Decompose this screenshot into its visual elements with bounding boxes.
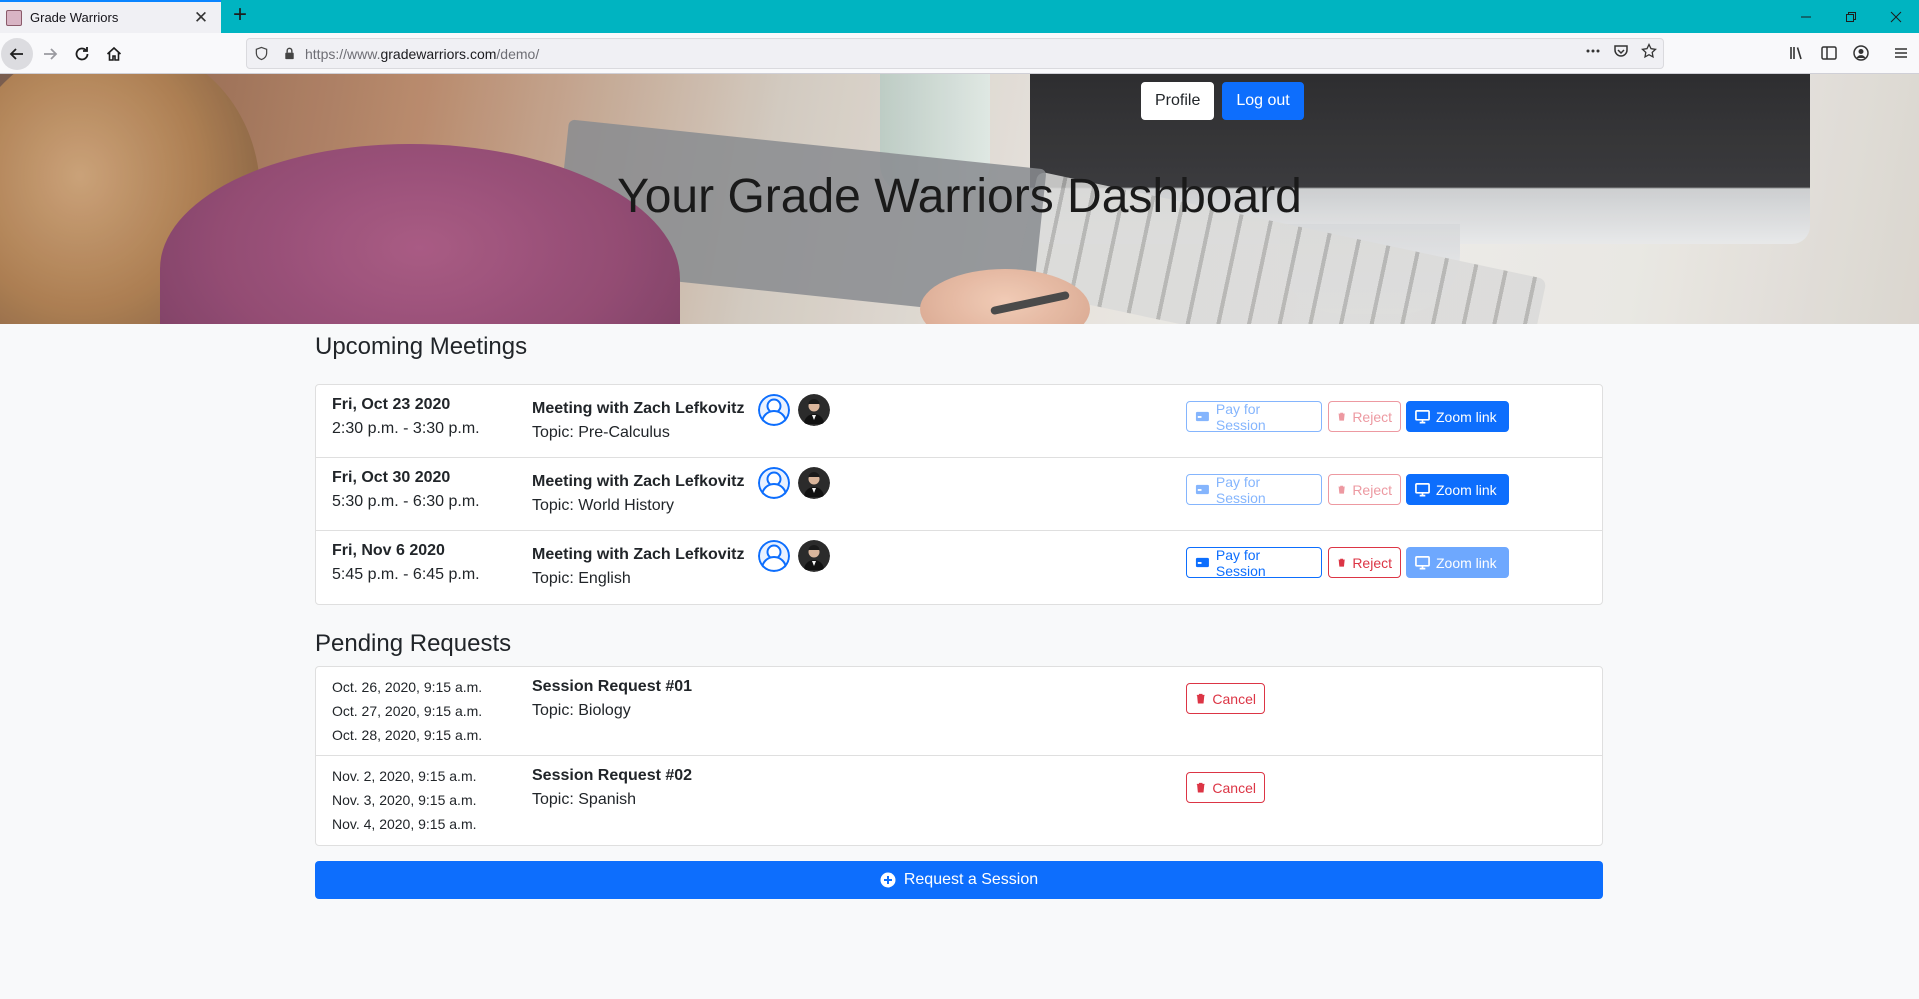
browser-nav-bar: https://www.gradewarriors.com/demo/ bbox=[0, 33, 1919, 74]
meeting-date: Fri, Oct 30 2020 bbox=[332, 469, 451, 486]
meeting-topic: Topic: English bbox=[532, 570, 631, 587]
student-avatar bbox=[758, 394, 790, 426]
account-icon[interactable] bbox=[1852, 44, 1870, 62]
zoom-link-button[interactable]: Zoom link bbox=[1406, 401, 1509, 432]
meeting-time: 2:30 p.m. - 3:30 p.m. bbox=[332, 420, 480, 437]
meeting-row: Fri, Oct 30 2020 5:30 p.m. - 6:30 p.m. M… bbox=[316, 458, 1602, 531]
reload-icon[interactable] bbox=[66, 38, 98, 70]
browser-tab-bar: Grade Warriors ✕ + bbox=[0, 0, 1919, 33]
hero-banner: Profile Log out Your Grade Warriors Dash… bbox=[0, 74, 1919, 324]
monitor-icon bbox=[1415, 410, 1430, 424]
meeting-time: 5:30 p.m. - 6:30 p.m. bbox=[332, 493, 480, 510]
close-tab-icon[interactable]: ✕ bbox=[191, 8, 211, 28]
cancel-request-button[interactable]: Cancel bbox=[1186, 772, 1265, 803]
trash-icon bbox=[1338, 485, 1345, 494]
browser-tab[interactable]: Grade Warriors ✕ bbox=[0, 0, 221, 33]
meeting-row: Fri, Oct 23 2020 2:30 p.m. - 3:30 p.m. M… bbox=[316, 385, 1602, 458]
request-topic: Topic: Spanish bbox=[532, 791, 637, 808]
back-icon[interactable] bbox=[1, 38, 33, 70]
plus-circle-icon bbox=[880, 872, 896, 888]
pocket-icon[interactable] bbox=[1613, 43, 1629, 64]
meeting-topic: Topic: Pre-Calculus bbox=[532, 424, 670, 441]
request-session-button[interactable]: Request a Session bbox=[315, 861, 1603, 899]
credit-card-icon bbox=[1195, 411, 1209, 422]
meeting-title: Meeting with Zach Lefkovitz bbox=[532, 473, 745, 490]
request-row: Nov. 2, 2020, 9:15 a.m. Nov. 3, 2020, 9:… bbox=[316, 756, 1602, 845]
forward-icon[interactable] bbox=[34, 38, 66, 70]
request-date: Oct. 27, 2020, 9:15 a.m. bbox=[332, 703, 483, 719]
profile-button[interactable]: Profile bbox=[1141, 82, 1215, 120]
reject-button[interactable]: Reject bbox=[1328, 401, 1401, 432]
tab-title: Grade Warriors bbox=[30, 10, 119, 25]
request-date: Nov. 3, 2020, 9:15 a.m. bbox=[332, 792, 477, 808]
pay-for-session-button[interactable]: Pay for Session bbox=[1186, 547, 1322, 579]
sidebar-icon[interactable] bbox=[1820, 44, 1838, 62]
meeting-time: 5:45 p.m. - 6:45 p.m. bbox=[332, 566, 480, 583]
reject-button[interactable]: Reject bbox=[1328, 547, 1401, 578]
restore-icon[interactable] bbox=[1828, 0, 1874, 33]
tutor-avatar bbox=[798, 467, 830, 499]
pay-for-session-button[interactable]: Pay for Session bbox=[1186, 474, 1322, 506]
tutor-avatar bbox=[798, 394, 830, 426]
menu-icon[interactable] bbox=[1892, 44, 1910, 62]
tutor-avatar bbox=[798, 540, 830, 572]
request-title: Session Request #01 bbox=[532, 678, 693, 695]
request-date: Nov. 4, 2020, 9:15 a.m. bbox=[332, 816, 477, 832]
meeting-title: Meeting with Zach Lefkovitz bbox=[532, 400, 745, 417]
pending-heading: Pending Requests bbox=[315, 630, 512, 657]
meeting-row: Fri, Nov 6 2020 5:45 p.m. - 6:45 p.m. Me… bbox=[316, 531, 1602, 604]
meeting-title: Meeting with Zach Lefkovitz bbox=[532, 546, 745, 563]
close-window-icon[interactable] bbox=[1873, 0, 1919, 33]
request-date: Nov. 2, 2020, 9:15 a.m. bbox=[332, 768, 477, 784]
url-bar[interactable]: https://www.gradewarriors.com/demo/ bbox=[246, 38, 1664, 69]
minimize-icon[interactable] bbox=[1783, 0, 1829, 33]
meeting-topic: Topic: World History bbox=[532, 497, 674, 514]
request-title: Session Request #02 bbox=[532, 767, 693, 784]
home-icon[interactable] bbox=[98, 38, 130, 70]
credit-card-icon bbox=[1195, 557, 1209, 568]
student-avatar bbox=[758, 540, 790, 572]
bookmark-star-icon[interactable] bbox=[1641, 42, 1657, 64]
trash-icon bbox=[1338, 558, 1345, 567]
header-actions: Profile Log out bbox=[1141, 82, 1304, 120]
trash-icon bbox=[1338, 412, 1345, 421]
cancel-request-button[interactable]: Cancel bbox=[1186, 683, 1265, 714]
page-title: Your Grade Warriors Dashboard bbox=[617, 170, 1302, 223]
upcoming-heading: Upcoming Meetings bbox=[315, 333, 528, 360]
shield-icon[interactable] bbox=[247, 39, 275, 68]
student-avatar bbox=[758, 467, 790, 499]
library-icon[interactable] bbox=[1788, 44, 1806, 62]
request-date: Oct. 28, 2020, 9:15 a.m. bbox=[332, 727, 483, 743]
page-actions-icon[interactable] bbox=[1585, 43, 1601, 64]
zoom-link-button[interactable]: Zoom link bbox=[1406, 547, 1509, 578]
url-text: https://www.gradewarriors.com/demo/ bbox=[305, 45, 540, 62]
new-tab-icon[interactable]: + bbox=[228, 3, 252, 28]
logout-button[interactable]: Log out bbox=[1222, 82, 1304, 120]
request-date: Oct. 26, 2020, 9:15 a.m. bbox=[332, 679, 483, 695]
credit-card-icon bbox=[1195, 484, 1209, 495]
pending-requests-list: Oct. 26, 2020, 9:15 a.m. Oct. 27, 2020, … bbox=[315, 666, 1603, 846]
trash-icon bbox=[1196, 782, 1205, 793]
zoom-link-button[interactable]: Zoom link bbox=[1406, 474, 1509, 505]
pay-for-session-button[interactable]: Pay for Session bbox=[1186, 401, 1322, 433]
lock-icon[interactable] bbox=[275, 39, 303, 68]
request-row: Oct. 26, 2020, 9:15 a.m. Oct. 27, 2020, … bbox=[316, 667, 1602, 756]
favicon-icon bbox=[6, 9, 22, 26]
meeting-date: Fri, Nov 6 2020 bbox=[332, 542, 445, 559]
request-topic: Topic: Biology bbox=[532, 702, 631, 719]
monitor-icon bbox=[1415, 556, 1430, 570]
upcoming-meetings-list: Fri, Oct 23 2020 2:30 p.m. - 3:30 p.m. M… bbox=[315, 384, 1603, 605]
trash-icon bbox=[1196, 693, 1205, 704]
meeting-date: Fri, Oct 23 2020 bbox=[332, 396, 451, 413]
monitor-icon bbox=[1415, 483, 1430, 497]
reject-button[interactable]: Reject bbox=[1328, 474, 1401, 505]
